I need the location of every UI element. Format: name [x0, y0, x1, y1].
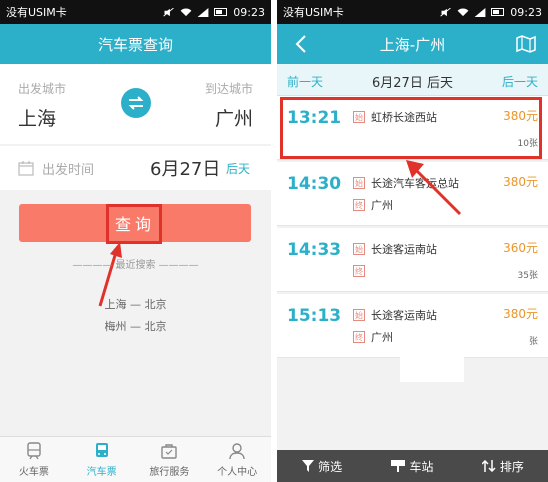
- start-station-tag: 始: [353, 309, 365, 321]
- ticket-price: 360元: [503, 241, 538, 255]
- ticket-price: 380元: [503, 109, 538, 123]
- ticket-price: 380元: [503, 307, 538, 321]
- map-button[interactable]: [512, 30, 540, 58]
- start-station: 长途客运南站: [371, 243, 437, 256]
- mute-icon: [163, 7, 175, 16]
- arrival-city-field[interactable]: 广州: [215, 104, 253, 131]
- bottom-tab-bar: 火车票 汽车票 旅行服务 个人中心: [0, 436, 271, 482]
- table-row[interactable]: 13:21 始 虹桥长途西站 380元 10张: [277, 96, 548, 160]
- blank-overlay: [400, 330, 464, 382]
- map-icon: [516, 35, 536, 53]
- departure-city-field[interactable]: 上海: [18, 104, 56, 131]
- station-button[interactable]: 车站: [367, 450, 457, 482]
- button-label: 排序: [499, 459, 524, 474]
- calendar-icon: [18, 161, 34, 176]
- carrier-text: 没有USIM卡: [6, 6, 67, 19]
- ticket-price: 380元: [503, 175, 538, 189]
- title-bar: 汽车票查询: [0, 24, 271, 64]
- tab-train[interactable]: 火车票: [0, 437, 68, 482]
- person-icon: [229, 442, 245, 459]
- button-label: 车站: [409, 459, 434, 474]
- departure-date-value[interactable]: 6月27日: [150, 155, 220, 181]
- station-icon: [391, 460, 406, 472]
- start-station-tag: 始: [353, 177, 365, 189]
- carrier-text: 没有USIM卡: [283, 6, 344, 19]
- tab-bus[interactable]: 汽车票: [68, 437, 136, 482]
- chevron-left-icon: [295, 35, 306, 53]
- recent-search-title: ———— 最近搜索 ————: [72, 260, 199, 271]
- seats-left: 35张: [517, 271, 538, 281]
- bus-icon: [95, 442, 108, 457]
- swap-cities-button[interactable]: [121, 88, 151, 118]
- seats-left: 张: [528, 337, 538, 347]
- sort-button[interactable]: 排序: [458, 450, 548, 482]
- tab-label: 旅行服务: [149, 466, 190, 478]
- recent-search-item[interactable]: 梅州 — 北京: [0, 318, 271, 334]
- filter-button[interactable]: 筛选: [277, 450, 367, 482]
- start-station-tag: 始: [353, 111, 365, 123]
- query-button[interactable]: 查询: [19, 204, 251, 242]
- mute-icon: [440, 7, 452, 16]
- departure-time: 13:21: [287, 108, 342, 128]
- departure-date-label: 出发时间: [42, 163, 95, 178]
- end-station-tag: 终: [353, 265, 365, 277]
- tab-travel-service[interactable]: 旅行服务: [136, 437, 204, 482]
- wifi-icon: [180, 7, 192, 16]
- start-station: 虹桥长途西站: [371, 111, 437, 124]
- battery-icon: [214, 8, 228, 16]
- start-station: 长途客运南站: [371, 309, 437, 322]
- start-station-tag: 始: [353, 243, 365, 255]
- page-title: 汽车票查询: [97, 35, 173, 54]
- wifi-icon: [457, 7, 469, 16]
- end-station: 广州: [371, 331, 393, 344]
- title-bar: 上海-广州: [277, 24, 548, 64]
- tab-personal-center[interactable]: 个人中心: [203, 437, 271, 482]
- city-selector: 出发城市 到达城市 上海 广州: [0, 64, 271, 144]
- status-bar: 没有USIM卡 09:23: [277, 0, 548, 24]
- bus-ticket-search-screen: 没有USIM卡 09:23 汽车票查询 出发城市 到达城市 上海 广州 出发时间…: [0, 0, 271, 482]
- recent-search-item[interactable]: 上海 — 北京: [0, 296, 271, 312]
- departure-time: 14:30: [287, 174, 342, 194]
- departure-time: 14:33: [287, 240, 342, 260]
- clock: 09:23: [233, 5, 265, 19]
- bottom-action-bar: 筛选 车站 排序: [277, 450, 548, 482]
- sort-icon: [481, 460, 496, 472]
- arrival-city-label: 到达城市: [204, 82, 253, 96]
- annotation-arrow: [406, 160, 462, 216]
- status-bar: 没有USIM卡 09:23: [0, 0, 271, 24]
- filter-icon: [302, 460, 315, 472]
- battery-icon: [491, 8, 505, 16]
- departure-time: 15:13: [287, 306, 342, 326]
- clock: 09:23: [510, 5, 542, 19]
- page-title: 上海-广州: [379, 35, 446, 54]
- tab-label: 个人中心: [217, 466, 258, 478]
- day-switcher: 前一天 6月27日 后天 后一天: [277, 64, 548, 96]
- end-station: 广州: [371, 199, 393, 212]
- tab-label: 汽车票: [86, 466, 117, 478]
- bus-schedule-screen: 没有USIM卡 09:23 上海-广州 前一天 6月27日 后天 后一天 13:…: [277, 0, 548, 482]
- date-selector[interactable]: 出发时间 6月27日 后天: [0, 146, 271, 190]
- end-station-tag: 终: [353, 331, 365, 343]
- relative-day-label: 后天: [226, 162, 251, 176]
- end-station-tag: 终: [353, 199, 365, 211]
- signal-icon: [474, 7, 486, 17]
- next-day-button[interactable]: 后一天: [502, 73, 538, 90]
- table-row[interactable]: 14:33 始 长途客运南站 终 360元 35张: [277, 228, 548, 292]
- tab-label: 火车票: [18, 466, 49, 478]
- button-label: 筛选: [318, 459, 343, 474]
- back-button[interactable]: [287, 30, 315, 58]
- signal-icon: [197, 7, 209, 17]
- swap-icon: [128, 96, 144, 110]
- bag-icon: [161, 443, 178, 459]
- seats-left: 10张: [517, 139, 538, 149]
- departure-city-label: 出发城市: [18, 82, 67, 96]
- train-icon: [27, 441, 41, 459]
